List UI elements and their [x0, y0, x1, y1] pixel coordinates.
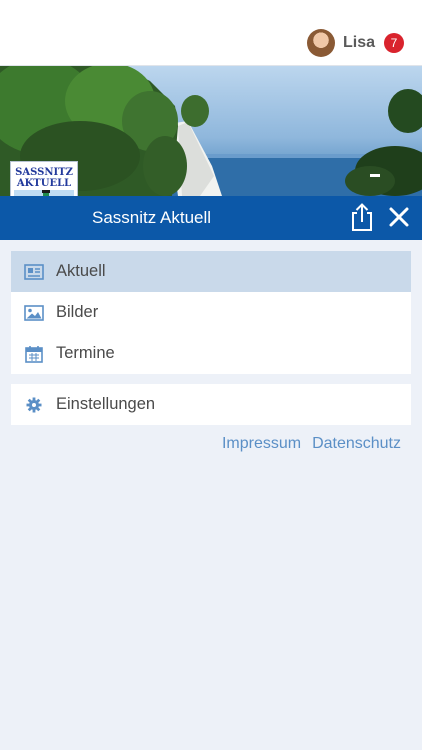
menu-item-label: Bilder — [56, 303, 99, 321]
menu-item-aktuell[interactable]: Aktuell — [11, 251, 411, 292]
top-bar: Lisa 7 — [0, 0, 422, 66]
app-title: Sassnitz Aktuell — [92, 208, 212, 227]
settings-menu: Einstellungen — [11, 384, 411, 425]
title-bar: Sassnitz Aktuell — [0, 196, 422, 240]
image-icon — [23, 304, 44, 321]
footer-links: Impressum Datenschutz — [222, 435, 401, 453]
menu-item-bilder[interactable]: Bilder — [11, 292, 411, 333]
calendar-icon — [24, 345, 43, 363]
user-avatar[interactable] — [306, 29, 335, 57]
impressum-link[interactable]: Impressum — [222, 435, 301, 453]
share-button[interactable] — [348, 202, 376, 232]
user-menu[interactable]: Lisa 7 — [306, 29, 404, 57]
menu-item-einstellungen[interactable]: Einstellungen — [11, 384, 411, 425]
menu-item-termine[interactable]: Termine — [11, 333, 411, 374]
close-icon — [389, 207, 409, 227]
main-menu: Aktuell Bilder Termine — [11, 251, 411, 374]
gear-icon — [26, 397, 41, 412]
notification-badge[interactable]: 7 — [384, 33, 404, 53]
close-button[interactable] — [386, 204, 412, 230]
menu-item-label: Aktuell — [56, 262, 106, 280]
user-name[interactable]: Lisa — [343, 34, 375, 52]
menu-item-label: Termine — [56, 344, 115, 362]
share-icon — [352, 203, 372, 231]
datenschutz-link[interactable]: Datenschutz — [312, 435, 401, 453]
menu-item-label: Einstellungen — [56, 395, 156, 413]
newspaper-icon — [23, 263, 44, 280]
